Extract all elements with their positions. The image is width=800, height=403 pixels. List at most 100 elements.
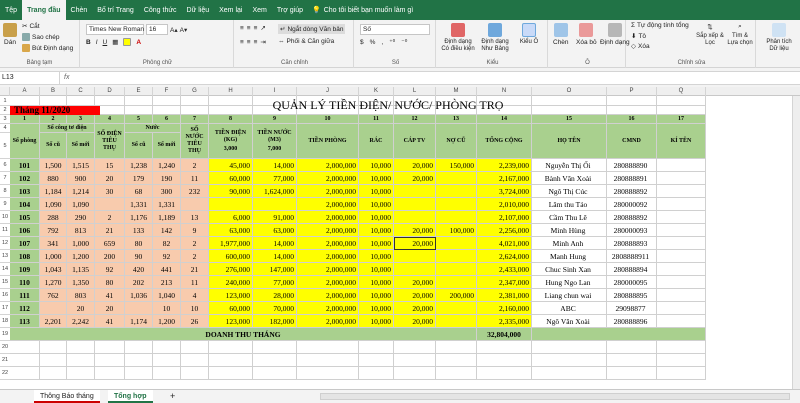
data-cell[interactable]: 803	[67, 289, 95, 302]
empty-cell[interactable]	[607, 96, 657, 106]
column-number-cell[interactable]: 5	[125, 115, 153, 124]
data-cell[interactable]: 792	[40, 224, 67, 237]
data-cell[interactable]: 2,000,000	[297, 315, 359, 328]
data-cell[interactable]: 20	[67, 302, 95, 315]
row-header[interactable]: 4	[0, 124, 10, 133]
data-cell[interactable]	[657, 211, 706, 224]
data-cell[interactable]: 100,000	[436, 224, 477, 237]
data-cell[interactable]: 341	[40, 237, 67, 250]
row-header[interactable]: 14	[0, 263, 10, 276]
empty-cell[interactable]	[607, 341, 657, 354]
data-cell[interactable]	[657, 276, 706, 289]
data-cell[interactable]: 280000095	[607, 276, 657, 289]
data-cell[interactable]: 202	[125, 276, 153, 289]
header-ho-ten[interactable]: HỌ TÊN	[532, 124, 607, 159]
data-cell[interactable]: 2,160,000	[477, 302, 532, 315]
column-number-cell[interactable]: 12	[394, 115, 436, 124]
empty-cell[interactable]	[359, 354, 394, 367]
data-cell[interactable]: 232	[181, 185, 209, 198]
sheet-tab-tong-hop[interactable]: Tổng hợp	[108, 390, 153, 403]
font-size-select[interactable]: 16	[146, 24, 168, 35]
data-cell[interactable]: 2,000,000	[297, 250, 359, 263]
data-cell[interactable]: Minh Anh	[532, 237, 607, 250]
data-cell[interactable]	[394, 211, 436, 224]
empty-cell[interactable]	[253, 341, 297, 354]
increase-decimal-icon[interactable]: ⁺⁰	[389, 38, 395, 46]
data-cell[interactable]: 2,256,000	[477, 224, 532, 237]
data-cell[interactable]: 1,043	[40, 263, 67, 276]
data-cell[interactable]	[657, 302, 706, 315]
data-cell[interactable]: 1,200	[67, 250, 95, 263]
data-cell[interactable]: 14,000	[253, 159, 297, 172]
data-cell[interactable]: 2,000,000	[297, 224, 359, 237]
data-cell[interactable]: 10,000	[359, 250, 394, 263]
header-cmnd[interactable]: CMND	[607, 124, 657, 159]
header-nuoc-so-cu[interactable]: Số cũ	[125, 133, 153, 159]
data-cell[interactable]: 20,000	[394, 289, 436, 302]
format-painter-button[interactable]: Bút Định dạng	[22, 44, 73, 52]
data-cell[interactable]: 41	[95, 289, 125, 302]
data-cell[interactable]: 813	[67, 224, 95, 237]
header-tien-dien[interactable]: TIỀN ĐIỆN (KG) 3,000	[209, 124, 253, 159]
align-top-icon[interactable]: ≡	[240, 25, 244, 32]
empty-cell[interactable]	[657, 354, 706, 367]
empty-cell[interactable]	[209, 354, 253, 367]
data-cell[interactable]: 762	[40, 289, 67, 302]
data-cell[interactable]	[394, 198, 436, 211]
header-ki-ten[interactable]: KÍ TÊN	[657, 124, 706, 159]
data-cell[interactable]: 2,000,000	[297, 289, 359, 302]
tab-data[interactable]: Dữ liệu	[182, 0, 215, 20]
empty-cell[interactable]	[40, 354, 67, 367]
empty-cell[interactable]	[359, 341, 394, 354]
data-cell[interactable]: 280888895	[607, 289, 657, 302]
data-cell[interactable]: 82	[153, 237, 181, 250]
data-cell[interactable]: 600,000	[209, 250, 253, 263]
column-number-cell[interactable]: 7	[181, 115, 209, 124]
data-cell[interactable]: 280888893	[607, 237, 657, 250]
data-cell[interactable]: 2,000,000	[297, 263, 359, 276]
sort-filter-button[interactable]: ⇅ Sắp xếp & Lọc	[696, 23, 724, 47]
row-header[interactable]: 17	[0, 302, 10, 315]
empty-cell[interactable]	[657, 96, 706, 106]
data-cell[interactable]: 63,000	[253, 224, 297, 237]
data-cell[interactable]: 240,000	[209, 276, 253, 289]
data-cell[interactable]: 10,000	[359, 159, 394, 172]
empty-cell[interactable]	[125, 354, 153, 367]
empty-cell[interactable]	[181, 96, 209, 106]
column-header[interactable]: O	[532, 87, 607, 96]
empty-cell[interactable]	[95, 354, 125, 367]
row-header[interactable]: 1	[0, 96, 10, 106]
column-header[interactable]: I	[253, 87, 297, 96]
empty-cell[interactable]	[394, 367, 436, 380]
data-cell[interactable]	[657, 224, 706, 237]
empty-cell[interactable]	[477, 354, 532, 367]
format-table-button[interactable]: Định dạng Như Bảng	[478, 23, 512, 53]
data-cell[interactable]: 90	[125, 250, 153, 263]
column-number-cell[interactable]: 2	[40, 115, 67, 124]
data-cell[interactable]: 2,000,000	[297, 172, 359, 185]
column-number-cell[interactable]: 3	[67, 115, 95, 124]
number-format-select[interactable]: Số	[360, 24, 430, 35]
row-header[interactable]: 2	[0, 106, 10, 115]
column-number-cell[interactable]: 16	[607, 115, 657, 124]
data-cell[interactable]: 10,000	[359, 198, 394, 211]
data-cell[interactable]: 77,000	[253, 276, 297, 289]
data-cell[interactable]: 20,000	[394, 315, 436, 328]
data-cell[interactable]: 80	[95, 276, 125, 289]
data-cell[interactable]	[394, 250, 436, 263]
align-left-icon[interactable]: ≡	[240, 39, 244, 46]
data-cell[interactable]: 290	[67, 211, 95, 224]
data-cell[interactable]: 2,242	[67, 315, 95, 328]
data-cell[interactable]: 2,000,000	[297, 159, 359, 172]
data-cell[interactable]	[657, 198, 706, 211]
row-header[interactable]: 18	[0, 315, 10, 328]
data-cell[interactable]: 1,270	[40, 276, 67, 289]
data-cell[interactable]: 2,335,000	[477, 315, 532, 328]
fill-button[interactable]: ⬇ Tô	[631, 32, 646, 41]
data-cell[interactable]: 1,515	[67, 159, 95, 172]
header-tong-cong[interactable]: TỔNG CỘNG	[477, 124, 532, 159]
analyze-data-button[interactable]: Phân tích Dữ liệu	[762, 23, 796, 53]
data-cell[interactable]: 10	[153, 302, 181, 315]
header-so-dien[interactable]: SỐ ĐIỆN TIÊU THỤ	[95, 124, 125, 159]
grow-font-icon[interactable]: A▴	[170, 26, 178, 34]
